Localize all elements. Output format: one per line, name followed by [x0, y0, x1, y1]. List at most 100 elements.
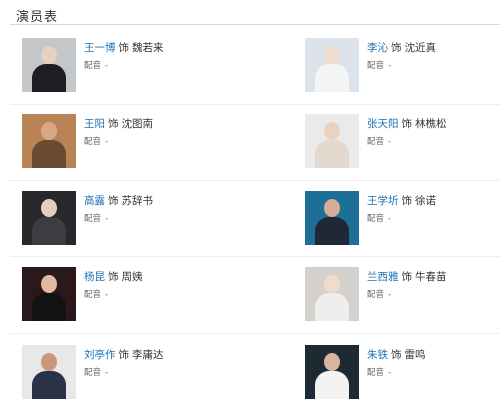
actor-photo[interactable] [305, 191, 359, 245]
as-label: 饰 [401, 195, 413, 207]
as-label: 饰 [108, 118, 119, 130]
cast-card: 高露饰苏辞书 配音 - [22, 191, 242, 245]
dubbing-value: - [388, 290, 392, 300]
page-title: 演员表 [16, 10, 59, 25]
role-name: 苏辞书 [121, 195, 154, 207]
dubbing-label: 配音 [84, 290, 102, 300]
title-divider [10, 24, 500, 25]
dubbing-line: 配音 - [367, 288, 391, 300]
actor-photo[interactable] [22, 114, 76, 168]
as-label: 饰 [391, 42, 402, 54]
cast-card: 李沁饰沈近真 配音 - [305, 38, 500, 92]
photo-body [32, 64, 66, 92]
role-name: 魏若来 [132, 42, 164, 54]
row-divider [10, 333, 500, 334]
dubbing-label: 配音 [367, 137, 385, 147]
row-divider [10, 180, 500, 181]
photo-head [41, 46, 57, 64]
as-label: 饰 [401, 118, 413, 130]
photo-body [32, 371, 66, 399]
role-name: 周姨 [121, 271, 143, 283]
cast-card: 朱铁饰雷鸣配音 - [305, 345, 500, 399]
actor-name-link[interactable]: 李沁 [367, 42, 388, 54]
photo-body [315, 140, 349, 168]
dubbing-value: - [388, 61, 392, 71]
dubbing-label: 配音 [367, 368, 385, 378]
actor-photo[interactable] [305, 267, 359, 321]
photo-head [324, 199, 340, 217]
actor-name-link[interactable]: 高露 [84, 195, 105, 207]
actor-name-link[interactable]: 杨昆 [84, 271, 105, 283]
actor-photo[interactable] [22, 345, 76, 399]
as-label: 饰 [108, 195, 119, 207]
cast-name-line: 杨昆饰周姨 [84, 269, 143, 284]
photo-head [41, 275, 57, 293]
actor-name-link[interactable]: 王一博 [84, 42, 116, 54]
dubbing-label: 配音 [84, 137, 102, 147]
photo-head [41, 199, 57, 217]
photo-body [32, 140, 66, 168]
dubbing-line: 配音 - [367, 212, 391, 224]
cast-name-line: 兰西雅饰牛春苗 [367, 269, 447, 284]
role-name: 林樵松 [415, 118, 447, 130]
actor-photo[interactable] [305, 114, 359, 168]
dubbing-label: 配音 [367, 61, 385, 71]
cast-card: 张天阳饰林樵松 配音 - [305, 114, 500, 168]
actor-photo[interactable] [22, 191, 76, 245]
actor-name-link[interactable]: 朱铁 [367, 349, 388, 361]
dubbing-value: - [105, 290, 109, 300]
cast-card: 王学圻饰徐诺 配音 - [305, 191, 500, 245]
dubbing-line: 配音 - [367, 59, 391, 71]
row-divider [10, 256, 500, 257]
dubbing-value: - [388, 214, 392, 224]
photo-head [41, 122, 57, 140]
role-name: 徐诺 [415, 195, 436, 207]
photo-body [315, 293, 349, 321]
photo-body [32, 217, 66, 245]
dubbing-value: - [105, 137, 109, 147]
photo-body [315, 371, 349, 399]
cast-card: 杨昆饰周姨配音 - [22, 267, 242, 321]
role-name: 沈近真 [404, 42, 437, 54]
cast-name-line: 张天阳饰林樵松 [367, 116, 447, 131]
cast-name-line: 李沁饰沈近真 [367, 40, 436, 55]
actor-name-link[interactable]: 王阳 [84, 118, 105, 130]
actor-photo[interactable] [305, 38, 359, 92]
actor-photo[interactable] [22, 38, 76, 92]
actor-name-link[interactable]: 张天阳 [367, 118, 399, 130]
cast-card: 兰西雅饰牛春苗 配音 - [305, 267, 500, 321]
dubbing-value: - [105, 368, 109, 378]
dubbing-line: 配音 - [84, 59, 108, 71]
cast-name-line: 王阳饰沈图南 [84, 116, 153, 131]
dubbing-line: 配音 - [367, 135, 391, 147]
photo-head [324, 275, 340, 293]
actor-photo[interactable] [305, 345, 359, 399]
dubbing-value: - [105, 61, 109, 71]
cast-card: 王一博饰魏若来 配音 - [22, 38, 242, 92]
cast-name-line: 王学圻饰徐诺 [367, 193, 436, 208]
dubbing-line: 配音 - [84, 212, 108, 224]
actor-photo[interactable] [22, 267, 76, 321]
dubbing-value: - [388, 368, 392, 378]
actor-name-link[interactable]: 刘亭作 [84, 349, 116, 361]
cast-card: 王阳饰沈图南 配音 - [22, 114, 242, 168]
as-label: 饰 [391, 349, 402, 361]
actor-name-link[interactable]: 兰西雅 [367, 271, 399, 283]
dubbing-label: 配音 [367, 214, 385, 224]
dubbing-line: 配音 - [84, 135, 108, 147]
dubbing-label: 配音 [84, 214, 102, 224]
cast-card: 刘亭作饰李庸达 配音 - [22, 345, 242, 399]
photo-head [324, 46, 340, 64]
actor-name-link[interactable]: 王学圻 [367, 195, 399, 207]
dubbing-value: - [105, 214, 109, 224]
photo-head [324, 353, 340, 371]
role-name: 雷鸣 [404, 349, 426, 361]
cast-name-line: 高露饰苏辞书 [84, 193, 153, 208]
dubbing-label: 配音 [367, 290, 385, 300]
photo-body [32, 293, 66, 321]
photo-body [315, 217, 349, 245]
dubbing-label: 配音 [84, 61, 102, 71]
photo-head [324, 122, 340, 140]
photo-body [315, 64, 349, 92]
role-name: 李庸达 [132, 349, 164, 361]
